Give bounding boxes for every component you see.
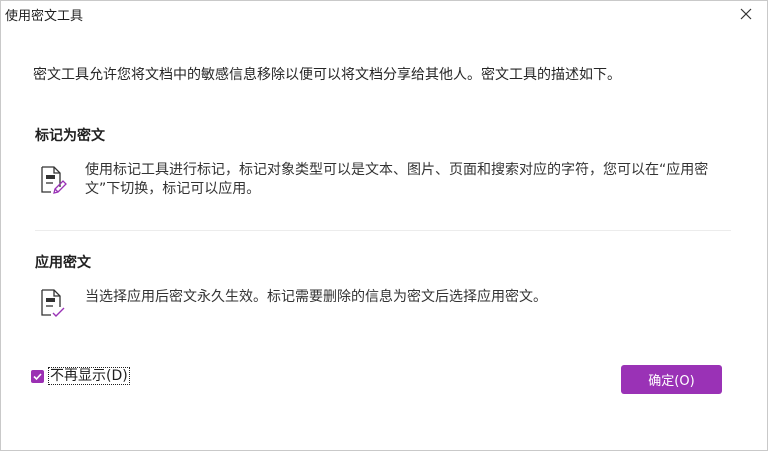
redaction-tool-dialog: 使用密文工具 密文工具允许您将文档中的敏感信息移除以便可以将文档分享给其他人。密… bbox=[0, 0, 768, 451]
document-pen-icon bbox=[39, 166, 67, 196]
mark-as-redaction-heading: 标记为密文 bbox=[35, 128, 105, 144]
close-button[interactable] bbox=[737, 5, 755, 23]
section-divider bbox=[35, 230, 731, 231]
intro-text: 密文工具允许您将文档中的敏感信息移除以便可以将文档分享给其他人。密文工具的描述如… bbox=[33, 67, 621, 83]
dont-show-again-label[interactable]: 不再显示(D) bbox=[48, 367, 130, 385]
close-icon bbox=[740, 8, 752, 20]
document-check-icon bbox=[39, 289, 67, 319]
dialog-title: 使用密文工具 bbox=[5, 9, 84, 24]
mark-as-redaction-description: 使用标记工具进行标记，标记对象类型可以是文本、图片、页面和搜索对应的字符，您可以… bbox=[85, 162, 709, 197]
checkbox-checked-icon[interactable] bbox=[31, 369, 44, 383]
apply-redaction-description: 当选择应用后密文永久生效。标记需要删除的信息为密文后选择应用密文。 bbox=[85, 289, 547, 305]
dont-show-again-checkbox[interactable]: 不再显示(D) bbox=[31, 367, 130, 385]
apply-redaction-heading: 应用密文 bbox=[35, 255, 91, 271]
ok-button[interactable]: 确定(O) bbox=[621, 365, 722, 394]
